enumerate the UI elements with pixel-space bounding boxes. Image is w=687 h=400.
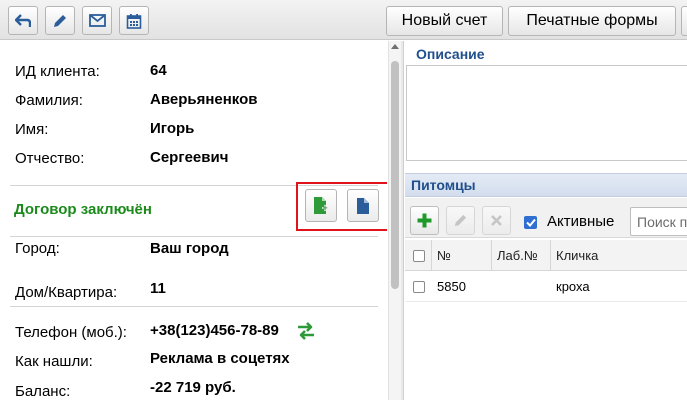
last-name-value: Аверьяненков (150, 91, 258, 108)
envelope-icon (88, 14, 106, 27)
client-id-value: 64 (150, 62, 167, 79)
email-button[interactable] (82, 6, 112, 35)
city-label: Город: (15, 240, 60, 257)
referral-source-value: Реклама в соцетях (150, 350, 290, 367)
select-all-checkbox[interactable] (413, 250, 425, 262)
middle-name-label: Отчество: (15, 150, 85, 167)
table-row[interactable]: 5850 кроха (405, 272, 687, 302)
swap-phone-button[interactable] (296, 321, 316, 341)
add-document-button[interactable] (305, 189, 337, 222)
divider (10, 306, 378, 307)
client-id-label: ИД клиента: (15, 63, 100, 80)
edit-pet-button[interactable] (446, 206, 475, 235)
row-checkbox[interactable] (413, 281, 425, 293)
client-details-panel: ИД клиента: 64 Фамилия: Аверьяненков Имя… (0, 41, 387, 400)
pets-title: Питомцы (411, 177, 476, 193)
balance-label: Баланс: (15, 383, 71, 400)
pencil-icon (54, 14, 66, 27)
contract-status: Договор заключён (14, 201, 152, 218)
column-header-name[interactable]: Кличка (551, 240, 687, 271)
right-panel: Описание Питомцы Активные Поиск п № Лаб.… (405, 41, 687, 400)
print-forms-button[interactable]: Печатные формы (508, 6, 676, 36)
last-name-label: Фамилия: (15, 92, 83, 109)
scroll-up-arrow-icon[interactable] (391, 44, 399, 49)
calendar-button[interactable] (119, 6, 149, 35)
active-filter-checkbox[interactable] (524, 216, 537, 229)
pane-splitter[interactable] (401, 41, 404, 400)
close-icon (491, 215, 502, 226)
new-invoice-button[interactable]: Новый счет (386, 6, 503, 36)
pets-grid-header: № Лаб.№ Кличка (405, 240, 687, 271)
select-all-cell (405, 240, 432, 271)
client-card-window: Новый счет Печатные формы ИД клиента: 64… (0, 0, 687, 400)
mobile-phone-value: +38(123)456-78-89 (150, 322, 279, 339)
house-apartment-value: 11 (150, 280, 166, 297)
add-pet-button[interactable] (410, 206, 439, 235)
description-textarea[interactable] (406, 65, 687, 161)
pets-toolbar: Активные (405, 198, 687, 238)
balance-value: -22 719 руб. (150, 379, 236, 396)
referral-source-label: Как нашли: (15, 353, 93, 370)
city-value: Ваш город (150, 240, 229, 257)
mobile-phone-label: Телефон (моб.): (15, 324, 127, 341)
more-toolbar-button[interactable] (681, 6, 687, 36)
pets-search-input[interactable] (630, 207, 687, 236)
scrollbar-thumb[interactable] (391, 61, 399, 289)
delete-pet-button[interactable] (482, 206, 511, 235)
first-name-label: Имя: (15, 121, 49, 138)
calendar-icon (126, 13, 142, 29)
left-panel-scrollbar[interactable] (388, 41, 401, 400)
view-document-button[interactable] (347, 189, 379, 222)
pet-lab-number-cell (492, 272, 497, 302)
top-toolbar: Новый счет Печатные формы (0, 0, 687, 40)
column-header-number[interactable]: № (432, 240, 492, 271)
pets-section-header: Питомцы (405, 173, 687, 197)
pet-name-cell: кроха (556, 279, 590, 294)
document-icon (357, 197, 369, 214)
pet-number-cell: 5850 (437, 279, 466, 294)
first-name-value: Игорь (150, 120, 195, 137)
edit-button[interactable] (45, 6, 75, 35)
active-filter-label[interactable]: Активные (547, 213, 614, 230)
swap-arrows-icon (298, 322, 314, 340)
house-apartment-label: Дом/Квартира: (15, 284, 118, 301)
checkmark-icon (525, 218, 536, 227)
pencil-icon (454, 214, 467, 227)
plus-icon (417, 213, 432, 228)
middle-name-value: Сергеевич (150, 149, 229, 166)
document-add-icon (314, 197, 328, 214)
description-title: Описание (416, 46, 485, 62)
column-header-lab-number[interactable]: Лаб.№ (492, 240, 551, 271)
back-arrow-icon (15, 13, 31, 27)
back-button[interactable] (8, 6, 38, 35)
divider (10, 236, 378, 237)
